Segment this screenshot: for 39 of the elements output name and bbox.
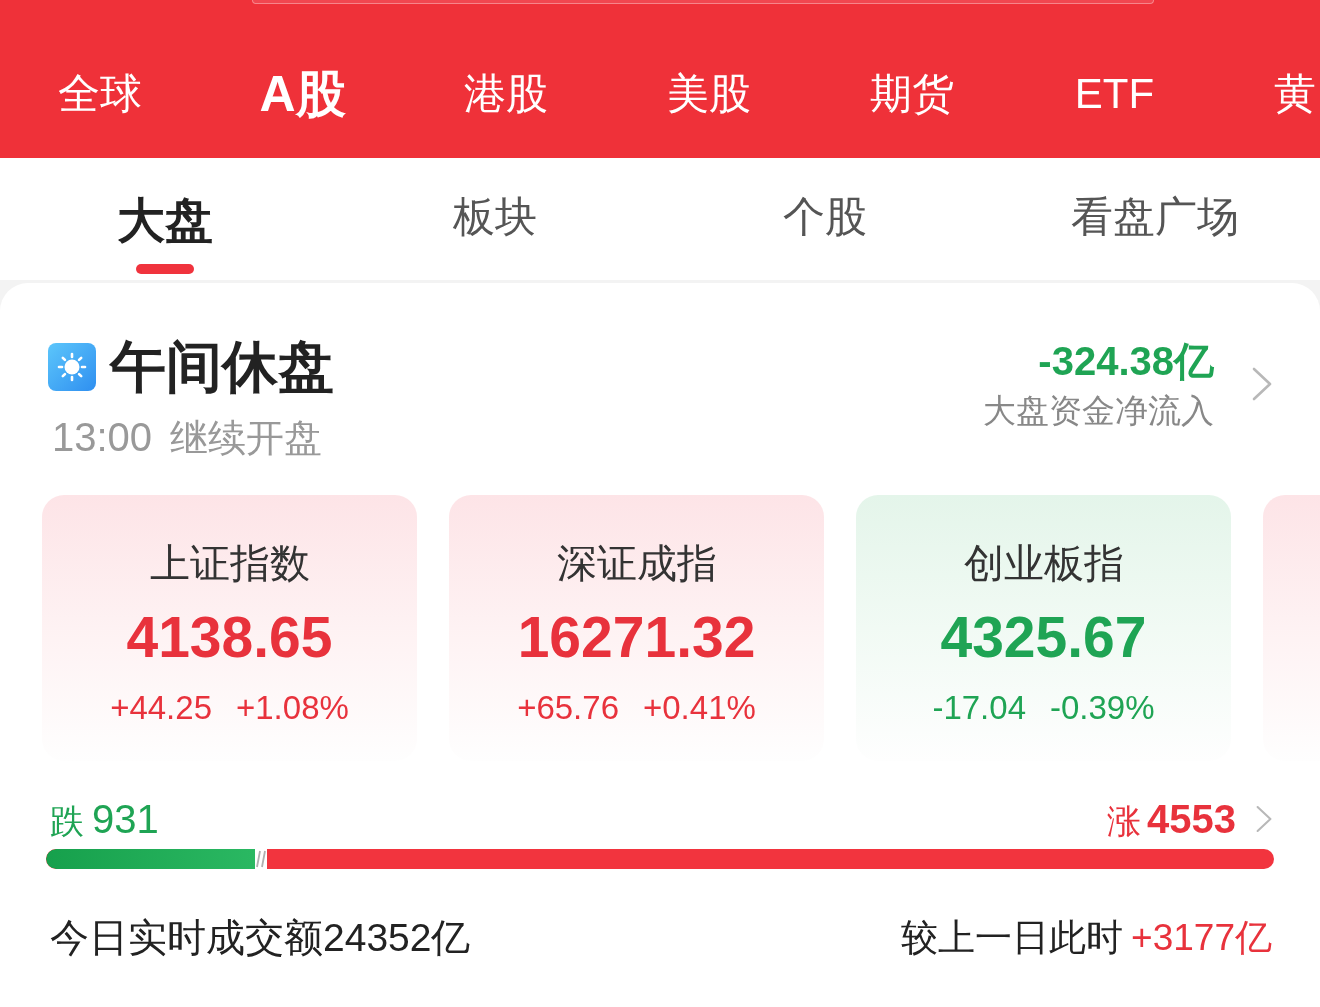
fall-count: 931 [92, 796, 159, 844]
index-change: +65.76 [517, 688, 619, 728]
view-tab[interactable]: 板块 [330, 158, 660, 250]
view-tab[interactable]: 大盘 [0, 158, 330, 250]
index-name: 上证指数 [149, 540, 310, 588]
resume-label: 继续开盘 [170, 418, 323, 461]
resume-time: 13:00 [52, 415, 153, 460]
index-value: 16271.32 [517, 609, 756, 667]
index-change-percent: +1.08% [236, 688, 349, 728]
index-name: 深证成指 [556, 540, 717, 588]
index-change-percent: +0.41% [643, 688, 756, 728]
chevron-right-icon [1256, 805, 1272, 834]
market-tab[interactable]: 期货 [810, 68, 1013, 120]
view-tab[interactable]: 个股 [660, 158, 990, 250]
compare-value: +3177亿 [1131, 916, 1272, 961]
index-change: -17.04 [932, 688, 1026, 728]
net-flow-value: -324.38亿 [1038, 338, 1214, 385]
search-field[interactable] [252, 0, 1154, 4]
chevron-right-icon [1252, 366, 1272, 401]
turnover-text: 今日实时成交额24352亿 [50, 915, 471, 962]
index-name: 创业板指 [963, 540, 1124, 588]
index-change: +44.25 [110, 688, 212, 728]
net-flow-label: 大盘资金净流入 [983, 391, 1214, 431]
rise-count: 4553 [1147, 796, 1236, 844]
session-status: 午间休盘 [110, 335, 334, 400]
market-tab[interactable]: 全球 [0, 68, 201, 120]
market-tab[interactable]: ETF [1013, 68, 1216, 120]
market-tab[interactable]: A股 [201, 64, 404, 124]
view-tab[interactable]: 看盘广场 [990, 158, 1320, 250]
index-change-percent: -0.39% [1050, 688, 1155, 728]
market-tab[interactable]: 黄 [1216, 68, 1320, 120]
index-value: 4325.67 [940, 609, 1147, 667]
fall-label: 跌 [50, 801, 84, 842]
rise-label: 涨 [1107, 801, 1141, 842]
market-tab[interactable]: 美股 [607, 68, 810, 120]
sun-icon [48, 343, 96, 392]
market-tab[interactable]: 港股 [404, 68, 607, 120]
index-value: 4138.65 [126, 609, 333, 667]
compare-label: 较上一日此时 [901, 916, 1124, 961]
